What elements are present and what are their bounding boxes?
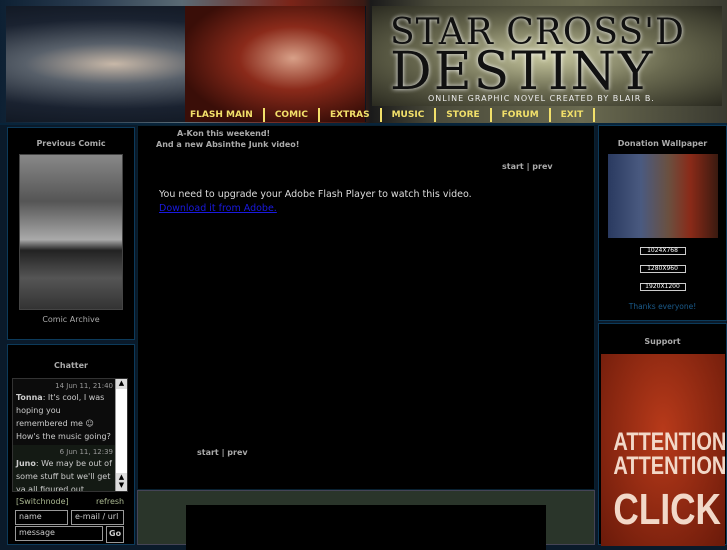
ad-line: CLICK (613, 485, 721, 534)
go-button[interactable]: Go (106, 526, 124, 543)
site-logo[interactable]: STAR CROSS'D DESTINY ONLINE GRAPHIC NOVE… (372, 6, 722, 106)
separator: | (526, 162, 530, 171)
donation-title: Donation Wallpaper (617, 139, 708, 148)
chat-message: 14 Jun 11, 21:40 Tonna: It's cool, I was… (13, 379, 127, 445)
site-banner: STAR CROSS'D DESTINY ONLINE GRAPHIC NOVE… (0, 0, 727, 125)
comic-pager-bottom: start | prev (197, 448, 248, 457)
message-input[interactable]: message (15, 526, 103, 541)
nav-music[interactable]: MUSIC (382, 108, 437, 122)
wallpaper-thumbnail[interactable] (607, 154, 718, 238)
start-link[interactable]: start (502, 162, 524, 171)
support-title: Support (644, 337, 681, 346)
previous-comic-panel: Previous Comic Comic Archive (7, 127, 135, 340)
message-time: 14 Jun 11, 21:40 (55, 382, 113, 390)
nav-store[interactable]: STORE (436, 108, 492, 122)
start-link[interactable]: start (197, 448, 219, 457)
news-item[interactable]: A-Kon this weekend! (177, 129, 270, 138)
tagline: ONLINE GRAPHIC NOVEL CREATED BY BLAIR B. (428, 94, 655, 103)
separator: | (221, 448, 225, 457)
ad-text: ATTENTION ATTENTION CLICK (613, 428, 725, 536)
chat-messages[interactable]: 14 Jun 11, 21:40 Tonna: It's cool, I was… (12, 378, 128, 492)
prev-link[interactable]: prev (532, 162, 552, 171)
download-flash-link[interactable]: Download it from Adobe. (159, 203, 277, 214)
scroll-up-icon[interactable]: ▲ (116, 379, 127, 389)
main-content: A-Kon this weekend! And a new Absinthe J… (137, 125, 595, 490)
chatter-title: Chatter (54, 361, 88, 370)
name-input[interactable]: name (15, 510, 68, 525)
wallpaper-1024-link[interactable]: 1024X768 (639, 247, 686, 255)
ad-line: ATTENTION (613, 452, 725, 480)
nav-comic[interactable]: COMIC (265, 108, 320, 122)
comic-archive-link[interactable]: Comic Archive (8, 315, 134, 324)
email-url-input[interactable]: e-mail / url (71, 510, 124, 525)
nav-forum[interactable]: FORUM (492, 108, 551, 122)
wallpaper-1920-link[interactable]: 1920X1200 (639, 283, 686, 291)
message-user: Tonna (16, 393, 43, 402)
ad-line: ATTENTION (613, 428, 725, 456)
scroll-down-icon[interactable]: ▲ ▼ (116, 473, 127, 491)
prev-link[interactable]: prev (227, 448, 247, 457)
banner-artwork-character (185, 6, 365, 122)
logo-text-main: DESTINY (390, 42, 655, 102)
nav-flash-main[interactable]: FLASH MAIN (180, 108, 265, 122)
wallpaper-1280-link[interactable]: 1280X960 (639, 265, 686, 273)
support-panel: Support ATTENTION ATTENTION CLICK (598, 323, 727, 546)
switchnode-link[interactable]: [Switchnode] (16, 497, 69, 506)
support-ad-banner[interactable]: ATTENTION ATTENTION CLICK (601, 354, 725, 546)
main-nav: FLASH MAIN COMIC EXTRAS MUSIC STORE FORU… (180, 107, 596, 123)
comic-pager-top: start | prev (502, 162, 553, 171)
news-item[interactable]: And a new Absinthe Junk video! (156, 140, 299, 149)
message-user: Juno (16, 459, 36, 468)
previous-comic-thumbnail[interactable] (19, 154, 123, 310)
embedded-player[interactable] (186, 505, 546, 550)
thanks-text: Thanks everyone! (628, 302, 697, 311)
donation-panel: Donation Wallpaper 1024X768 1280X960 192… (598, 125, 727, 321)
chat-scrollbar[interactable]: ▲ ▲ ▼ (115, 379, 127, 491)
nav-exit[interactable]: EXIT (551, 108, 596, 122)
nav-extras[interactable]: EXTRAS (320, 108, 382, 122)
refresh-link[interactable]: refresh (96, 497, 124, 506)
message-time: 6 Jun 11, 12:39 (59, 448, 113, 456)
flash-upgrade-message: You need to upgrade your Adobe Flash Pla… (159, 189, 472, 200)
chat-message: 6 Jun 11, 12:39 Juno: We may be out of s… (13, 445, 127, 491)
previous-comic-title: Previous Comic (36, 139, 106, 148)
lower-content-panel (137, 490, 595, 550)
